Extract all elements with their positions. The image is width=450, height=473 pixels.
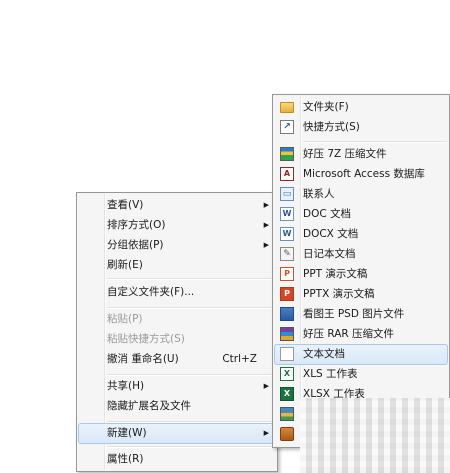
xlsx-icon: X — [280, 387, 294, 401]
menu-item-label: 新建(W) — [107, 427, 147, 439]
menu-item-label: 自定义文件夹(F)... — [107, 286, 195, 298]
submenu-arrow-icon: ▶ — [263, 429, 269, 437]
menu-item-label: 好压 RAR 压缩文件 — [303, 328, 395, 340]
new-item-doc[interactable]: W DOC 文档 — [275, 205, 447, 224]
new-item-folder[interactable]: 文件夹(F) — [275, 98, 447, 117]
menu-item-label: 排序方式(O) — [107, 219, 166, 231]
submenu-arrow-icon: ▶ — [263, 221, 269, 229]
new-item-psd-image[interactable]: 看图王 PSD 图片文件 — [275, 305, 447, 324]
new-item-contact[interactable]: 联系人 — [275, 185, 447, 204]
new-item-pptx[interactable]: P PPTX 演示文稿 — [275, 285, 447, 304]
menu-item-hide-extensions[interactable]: 隐藏扩展名及文件 — [79, 397, 275, 416]
image-file-icon — [280, 407, 294, 421]
menu-item-label: 快捷方式(S) — [303, 121, 360, 133]
access-database-icon: A — [280, 167, 294, 181]
contact-icon — [280, 187, 294, 201]
package-icon — [280, 427, 294, 441]
menu-item-label: Microsoft Access 数据库 — [303, 168, 425, 180]
psd-image-icon — [280, 307, 294, 321]
new-item-xls[interactable]: X XLS 工作表 — [275, 365, 447, 384]
menu-item-label: 刷新(E) — [107, 259, 143, 271]
new-item-7z-archive[interactable]: 好压 7Z 压缩文件 — [275, 145, 447, 164]
menu-item-label: 粘贴(P) — [107, 313, 143, 325]
menu-item-label: 联系人 — [303, 188, 335, 200]
menu-separator — [303, 141, 447, 143]
shortcut-icon — [280, 120, 294, 134]
desktop-context-menu: 查看(V) ▶ 排序方式(O) ▶ 分组依据(P) ▶ 刷新(E) 自定义文件夹… — [76, 192, 278, 472]
new-item-access-database[interactable]: A Microsoft Access 数据库 — [275, 165, 447, 184]
menu-item-label: 分组依据(P) — [107, 239, 164, 251]
submenu-arrow-icon: ▶ — [263, 201, 269, 209]
menu-separator — [107, 446, 275, 448]
menu-item-label: 隐藏扩展名及文件 — [107, 400, 191, 412]
menu-item-sort-by[interactable]: 排序方式(O) ▶ — [79, 216, 275, 235]
menu-item-undo-rename[interactable]: 撤消 重命名(U) Ctrl+Z — [79, 350, 275, 369]
submenu-arrow-icon: ▶ — [263, 382, 269, 390]
menu-item-label: 共享(H) — [107, 380, 145, 392]
menu-item-share[interactable]: 共享(H) ▶ — [79, 377, 275, 396]
menu-item-label: 文件夹(F) — [303, 101, 349, 113]
new-item-docx[interactable]: W DOCX 文档 — [275, 225, 447, 244]
ppt-icon: P — [280, 267, 294, 281]
journal-icon — [280, 247, 294, 261]
new-item-text-document[interactable]: 文本文档 — [274, 344, 448, 365]
menu-item-view[interactable]: 查看(V) ▶ — [79, 196, 275, 215]
new-item-ppt[interactable]: P PPT 演示文稿 — [275, 265, 447, 284]
menu-item-label: 文本文档 — [303, 348, 345, 360]
folder-icon — [280, 102, 294, 113]
menu-item-properties[interactable]: 属性(R) — [79, 450, 275, 469]
pptx-icon: P — [280, 287, 294, 301]
new-item-rar-archive[interactable]: 好压 RAR 压缩文件 — [275, 325, 447, 344]
menu-item-label: PPTX 演示文稿 — [303, 288, 375, 300]
watermark-mosaic — [300, 398, 450, 473]
new-submenu: 文件夹(F) 快捷方式(S) 好压 7Z 压缩文件 A Microsoft Ac… — [272, 94, 450, 448]
xls-icon: X — [280, 367, 294, 381]
menu-item-shortcut: Ctrl+Z — [222, 353, 257, 365]
menu-item-label: XLS 工作表 — [303, 368, 358, 380]
new-item-journal[interactable]: 日记本文档 — [275, 245, 447, 264]
submenu-arrow-icon: ▶ — [263, 241, 269, 249]
menu-item-new[interactable]: 新建(W) ▶ — [78, 423, 276, 444]
menu-item-label: DOC 文档 — [303, 208, 352, 220]
docx-icon: W — [280, 227, 294, 241]
menu-item-label: DOCX 文档 — [303, 228, 359, 240]
menu-item-label: 日记本文档 — [303, 248, 356, 260]
menu-separator — [107, 374, 275, 376]
new-item-shortcut[interactable]: 快捷方式(S) — [275, 118, 447, 137]
menu-separator — [107, 307, 275, 309]
menu-item-label: 粘贴快捷方式(S) — [107, 333, 185, 345]
menu-item-label: 查看(V) — [107, 199, 144, 211]
menu-item-label: PPT 演示文稿 — [303, 268, 368, 280]
menu-item-refresh[interactable]: 刷新(E) — [79, 256, 275, 275]
menu-item-label: 属性(R) — [107, 453, 144, 465]
menu-item-paste-shortcut: 粘贴快捷方式(S) — [79, 330, 275, 349]
menu-separator — [107, 278, 275, 280]
menu-item-paste: 粘贴(P) — [79, 310, 275, 329]
rar-archive-icon — [280, 327, 294, 341]
menu-item-customize-folder[interactable]: 自定义文件夹(F)... — [79, 283, 275, 302]
menu-item-group-by[interactable]: 分组依据(P) ▶ — [79, 236, 275, 255]
doc-icon: W — [280, 207, 294, 221]
menu-item-label: 撤消 重命名(U) — [107, 353, 179, 365]
menu-item-label: 看图王 PSD 图片文件 — [303, 308, 405, 320]
7z-archive-icon — [280, 147, 294, 161]
menu-item-label: 好压 7Z 压缩文件 — [303, 148, 387, 160]
text-document-icon — [280, 347, 294, 361]
